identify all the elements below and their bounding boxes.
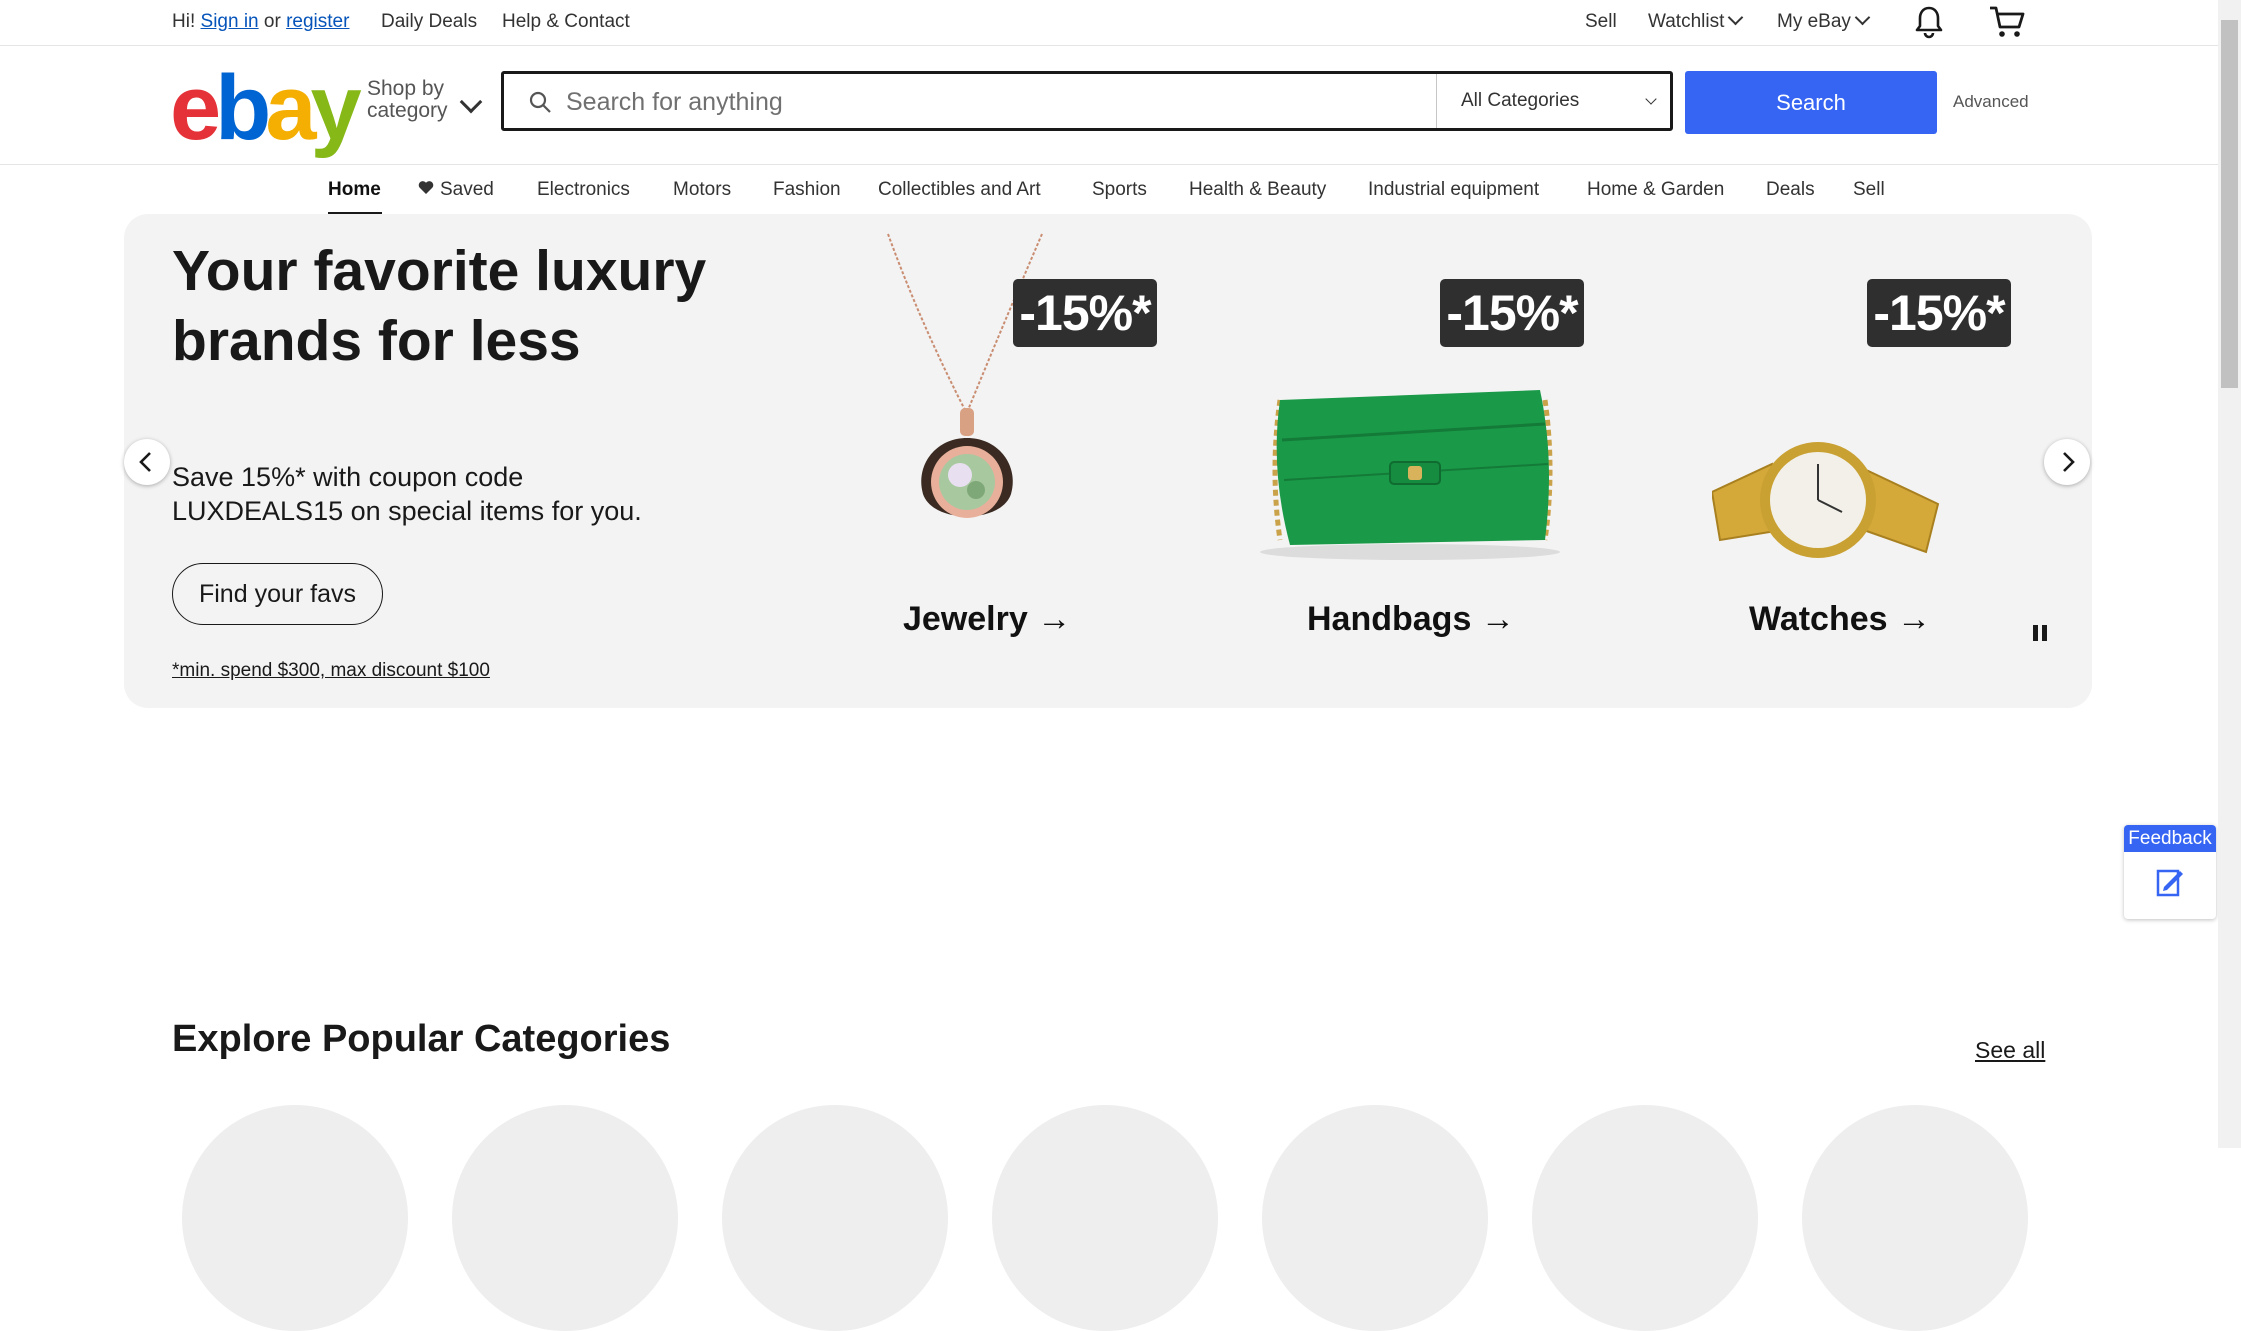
search-icon	[529, 91, 551, 113]
carousel-next-button[interactable]	[2044, 439, 2090, 485]
register-link[interactable]: register	[286, 11, 349, 32]
nav-item-motors[interactable]: Motors	[673, 179, 731, 201]
heart-icon	[418, 181, 434, 194]
banner-headline: Your favorite luxury brands for less	[172, 239, 707, 373]
feedback-widget[interactable]: Feedback	[2124, 825, 2216, 919]
my-ebay-menu[interactable]: My eBay	[1777, 9, 1871, 33]
carousel-prev-button[interactable]	[124, 439, 170, 485]
greeting-or: or	[263, 11, 281, 32]
chevron-down-icon[interactable]	[459, 90, 483, 114]
advanced-search-link[interactable]: Advanced	[1953, 92, 2029, 112]
product-label-handbags: Handbags	[1307, 600, 1472, 638]
nav-item-home-garden[interactable]: Home & Garden	[1587, 179, 1724, 201]
category-select[interactable]: All Categories	[1436, 74, 1670, 128]
gold-watch-image[interactable]	[1712, 420, 1942, 570]
page-scrollbar[interactable]	[2218, 0, 2241, 1148]
sell-link[interactable]: Sell	[1585, 11, 1617, 33]
nav-item-saved[interactable]: Saved	[418, 179, 494, 201]
search-bar: All Categories	[501, 71, 1673, 131]
discount-badge: -15%*	[1867, 279, 2011, 347]
shop-by-line2: category	[367, 99, 448, 122]
my-ebay-label: My eBay	[1777, 11, 1851, 32]
product-link-watches[interactable]: Watches →	[1749, 600, 1931, 639]
see-all-link[interactable]: See all	[1975, 1037, 2045, 1064]
greeting: Hi! Sign in or register	[172, 11, 349, 33]
banner-subtext: Save 15%* with coupon code LUXDEALS15 on…	[172, 462, 642, 526]
nav-item-sell[interactable]: Sell	[1853, 179, 1885, 201]
top-utility-bar: Hi! Sign in or register Daily Deals Help…	[0, 0, 2218, 46]
scrollbar-thumb[interactable]	[2221, 20, 2238, 388]
category-circle[interactable]	[1802, 1105, 2028, 1331]
nav-item-electronics[interactable]: Electronics	[537, 179, 630, 201]
shop-by-category-button[interactable]: Shop by category	[367, 78, 448, 122]
category-circle[interactable]	[1262, 1105, 1488, 1331]
chevron-down-icon	[1854, 9, 1871, 26]
category-circle[interactable]	[992, 1105, 1218, 1331]
find-your-favs-button[interactable]: Find your favs	[172, 563, 383, 625]
category-select-value: All Categories	[1461, 90, 1580, 111]
category-circle[interactable]	[452, 1105, 678, 1331]
search-button[interactable]: Search	[1685, 71, 1937, 134]
feedback-label: Feedback	[2124, 825, 2216, 852]
category-circle[interactable]	[1532, 1105, 1758, 1331]
arrow-right-icon: →	[1037, 600, 1072, 638]
chevron-left-icon	[139, 452, 151, 472]
product-label-jewelry: Jewelry	[903, 600, 1028, 638]
watchlist-label: Watchlist	[1648, 11, 1725, 32]
ebay-logo[interactable]: ebay	[170, 62, 362, 154]
category-circle[interactable]	[182, 1105, 408, 1331]
explore-categories-title: Explore Popular Categories	[172, 1018, 671, 1060]
search-input[interactable]	[564, 74, 1428, 130]
watchlist-menu[interactable]: Watchlist	[1648, 9, 1744, 33]
greeting-prefix: Hi!	[172, 11, 196, 32]
product-label-watches: Watches	[1749, 600, 1888, 638]
chevron-right-icon	[2063, 452, 2075, 472]
pause-icon[interactable]	[2030, 622, 2050, 644]
discount-badge: -15%*	[1013, 279, 1157, 347]
nav-item-home[interactable]: Home	[328, 179, 381, 201]
shop-by-line1: Shop by	[367, 77, 445, 100]
product-link-handbags[interactable]: Handbags →	[1307, 600, 1515, 639]
banner-footnote[interactable]: *min. spend $300, max discount $100	[172, 660, 490, 682]
green-handbag-image[interactable]	[1250, 380, 1580, 560]
nav-item-sports[interactable]: Sports	[1092, 179, 1147, 201]
category-circle[interactable]	[722, 1105, 948, 1331]
nav-item-fashion[interactable]: Fashion	[773, 179, 841, 201]
nav-item-collectibles[interactable]: Collectibles and Art	[878, 179, 1041, 201]
chevron-down-icon	[1728, 9, 1744, 26]
sign-in-link[interactable]: Sign in	[201, 11, 259, 32]
notification-bell-icon[interactable]	[1911, 4, 1947, 40]
help-contact-link[interactable]: Help & Contact	[502, 11, 630, 33]
discount-badge: -15%*	[1440, 279, 1584, 347]
chevron-down-icon	[1645, 93, 1657, 105]
arrow-right-icon: →	[1480, 600, 1515, 638]
arrow-right-icon: →	[1897, 600, 1932, 638]
nav-item-industrial[interactable]: Industrial equipment	[1368, 179, 1539, 201]
nav-item-deals[interactable]: Deals	[1766, 179, 1815, 201]
cart-icon[interactable]	[1988, 4, 2025, 40]
nav-item-health-beauty[interactable]: Health & Beauty	[1189, 179, 1326, 201]
feedback-edit-icon	[2156, 869, 2183, 897]
category-nav: Home Saved Electronics Motors Fashion Co…	[0, 164, 2218, 217]
product-link-jewelry[interactable]: Jewelry →	[903, 600, 1071, 639]
nav-item-saved-label: Saved	[440, 179, 494, 200]
daily-deals-link[interactable]: Daily Deals	[381, 11, 477, 33]
